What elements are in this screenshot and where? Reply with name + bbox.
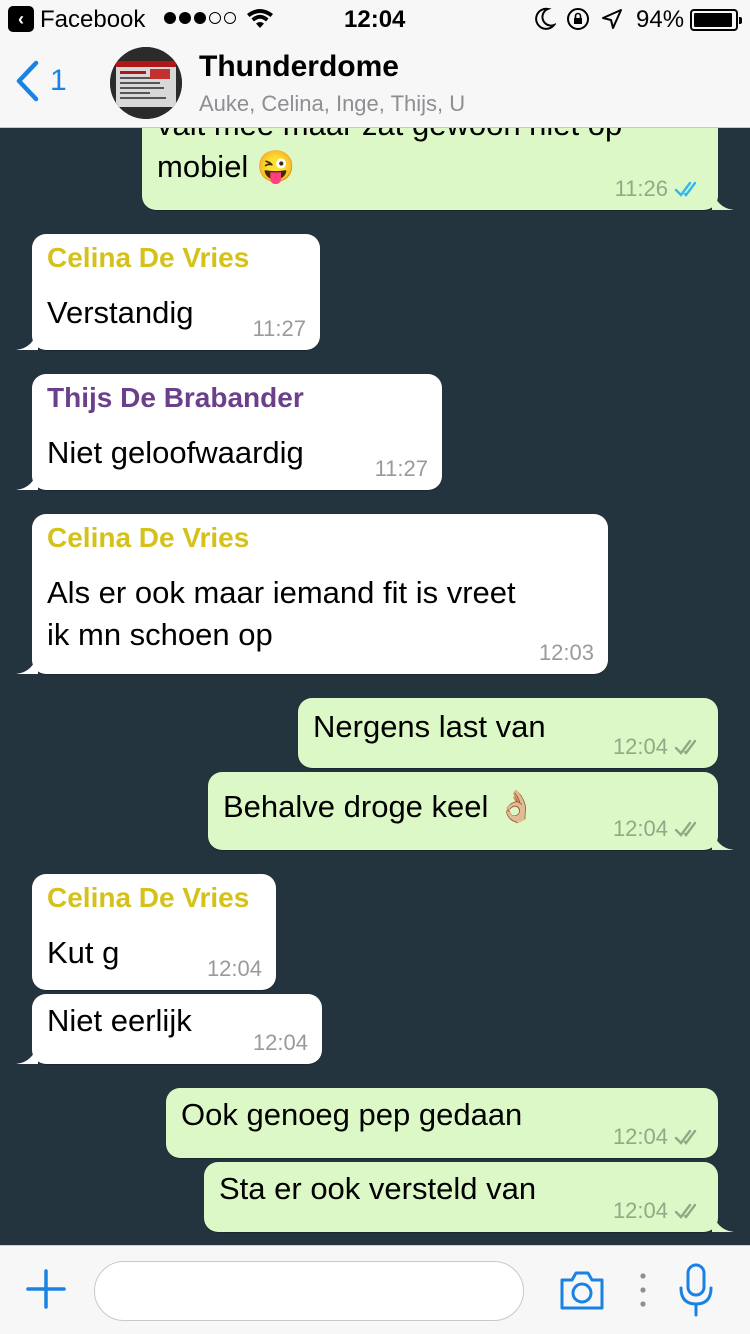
microphone-icon[interactable] bbox=[676, 1262, 716, 1318]
wifi-icon bbox=[247, 9, 273, 28]
camera-icon[interactable] bbox=[558, 1268, 606, 1312]
bubble-tail bbox=[16, 468, 38, 490]
status-time: 12:04 bbox=[344, 6, 406, 33]
message-text: Niet geloofwaardig bbox=[47, 435, 304, 470]
message-text: Als er ook maar iemand fit is vreet bbox=[47, 575, 516, 610]
bubble-tail bbox=[712, 188, 734, 210]
message-time: 12:04 bbox=[206, 956, 262, 981]
back-button[interactable]: 1 bbox=[14, 60, 67, 102]
sender-name[interactable]: Celina De Vries bbox=[47, 242, 249, 274]
bubble-tail bbox=[712, 1210, 734, 1232]
read-receipt-icon bbox=[674, 181, 697, 197]
signal-dot bbox=[194, 12, 206, 24]
message-text: mobiel 😜 bbox=[157, 149, 296, 184]
delivered-receipt-icon bbox=[674, 1129, 697, 1145]
message-meta: 12:04 bbox=[613, 1198, 704, 1224]
sender-name[interactable]: Thijs De Brabander bbox=[47, 382, 304, 414]
message-bubble-incoming[interactable]: Celina De Vries Als er ook maar iemand f… bbox=[16, 514, 608, 674]
do-not-disturb-icon bbox=[535, 7, 556, 30]
group-members[interactable]: Auke, Celina, Inge, Thijs, U bbox=[199, 91, 465, 117]
message-text: Nergens last van bbox=[313, 709, 546, 744]
signal-dot bbox=[164, 12, 176, 24]
message-time: 11:27 bbox=[374, 456, 428, 481]
message-time: 12:04 bbox=[612, 816, 668, 841]
message-bubble-outgoing[interactable]: Behalve droge keel 👌🏼 12:04 bbox=[208, 772, 734, 850]
message-time: 12:04 bbox=[612, 1198, 668, 1223]
message-text: Niet eerlijk bbox=[47, 1003, 192, 1038]
message-time: 12:04 bbox=[252, 1030, 308, 1055]
back-to-app-label[interactable]: Facebook bbox=[40, 6, 145, 34]
message-text: ik mn schoen op bbox=[47, 617, 273, 652]
message-bubble-outgoing[interactable]: Sta er ook versteld van 12:04 bbox=[204, 1162, 734, 1232]
message-list[interactable]: valt mee maar zat gewoon niet op mobiel … bbox=[0, 128, 750, 1245]
message-bubble-incoming[interactable]: Celina De Vries Verstandig 11:27 bbox=[16, 234, 320, 350]
message-text: Ook genoeg pep gedaan bbox=[181, 1097, 523, 1132]
message-text: Behalve droge keel 👌🏼 bbox=[223, 789, 536, 824]
message-time: 12:04 bbox=[612, 734, 668, 759]
bubble-tail bbox=[16, 328, 38, 350]
message-time: 11:26 bbox=[614, 176, 668, 201]
chat-title[interactable]: Thunderdome bbox=[199, 50, 399, 84]
message-text: Verstandig bbox=[47, 295, 194, 330]
bubble-tail bbox=[712, 828, 734, 850]
chevron-left-icon bbox=[16, 60, 39, 102]
message-time: 12:04 bbox=[612, 1124, 668, 1149]
chat-header: 1 Thunderdome Auke, Celina, Inge, Thijs,… bbox=[0, 40, 750, 128]
battery-percentage: 94% bbox=[636, 6, 685, 33]
battery-icon bbox=[690, 9, 742, 31]
unread-count: 1 bbox=[50, 64, 67, 97]
delivered-receipt-icon bbox=[674, 739, 697, 755]
message-meta: 11:26 bbox=[615, 176, 704, 202]
more-dots-icon[interactable] bbox=[636, 1270, 650, 1310]
delivered-receipt-icon bbox=[674, 1203, 697, 1219]
composer-bar bbox=[0, 1245, 750, 1334]
location-icon bbox=[602, 9, 622, 29]
back-to-app-icon[interactable]: ‹ bbox=[8, 6, 34, 32]
group-avatar[interactable] bbox=[110, 47, 182, 119]
signal-dot bbox=[179, 12, 191, 24]
message-input[interactable] bbox=[94, 1261, 524, 1321]
message-text: valt mee maar zat gewoon niet op bbox=[157, 128, 622, 146]
message-bubble-incoming[interactable]: Celina De Vries Kut g 12:04 bbox=[32, 874, 276, 990]
message-bubble-outgoing[interactable]: Ook genoeg pep gedaan 12:04 bbox=[166, 1088, 718, 1158]
message-bubble-incoming[interactable]: Niet eerlijk 12:04 bbox=[16, 994, 322, 1064]
message-bubble-outgoing[interactable]: Nergens last van 12:04 bbox=[298, 698, 718, 768]
message-meta: 12:04 bbox=[613, 1124, 704, 1150]
signal-strength-icon bbox=[164, 12, 236, 24]
message-bubble-incoming[interactable]: Thijs De Brabander Niet geloofwaardig 11… bbox=[16, 374, 442, 490]
message-time: 12:03 bbox=[538, 640, 594, 665]
sender-name[interactable]: Celina De Vries bbox=[47, 522, 249, 554]
message-meta: 12:04 bbox=[613, 816, 704, 842]
plus-icon[interactable] bbox=[25, 1268, 67, 1310]
message-time: 11:27 bbox=[252, 316, 306, 341]
message-bubble-outgoing[interactable]: valt mee maar zat gewoon niet op mobiel … bbox=[142, 128, 734, 210]
message-meta: 12:04 bbox=[613, 734, 704, 760]
bubble-tail bbox=[16, 1042, 38, 1064]
status-bar: ‹ Facebook 12:04 94% bbox=[0, 0, 750, 40]
signal-dot bbox=[209, 12, 221, 24]
message-text: Sta er ook versteld van bbox=[219, 1171, 537, 1206]
sender-name[interactable]: Celina De Vries bbox=[47, 882, 249, 914]
message-text: Kut g bbox=[47, 935, 120, 970]
signal-dot bbox=[224, 12, 236, 24]
delivered-receipt-icon bbox=[674, 821, 697, 837]
rotation-lock-icon bbox=[567, 8, 589, 30]
bubble-tail bbox=[16, 652, 38, 674]
